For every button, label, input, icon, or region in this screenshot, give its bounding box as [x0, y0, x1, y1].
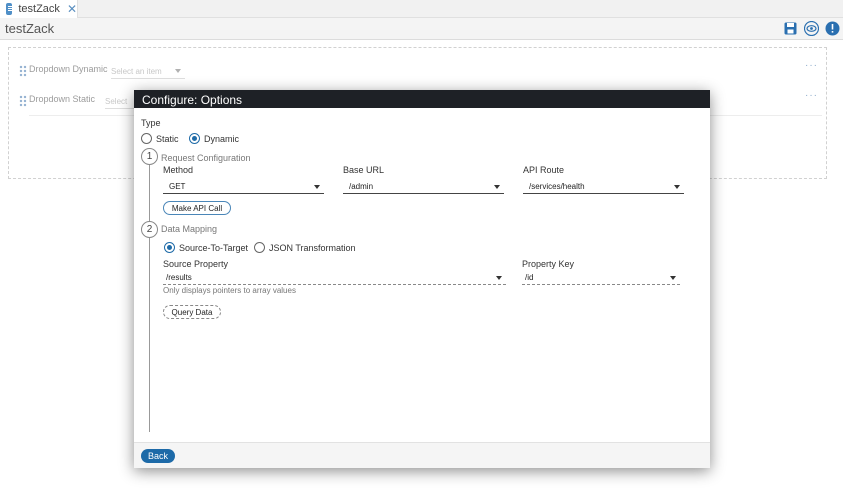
- stepper-line: [149, 158, 150, 432]
- api-route-label: API Route: [523, 165, 565, 175]
- property-key-select[interactable]: /id: [522, 271, 680, 285]
- property-key-value: /id: [525, 273, 534, 282]
- mapping-source-to-target-radio[interactable]: Source-To-Target: [164, 242, 248, 253]
- radio-checked-icon: [189, 133, 200, 144]
- page-title: testZack: [5, 21, 55, 36]
- radio-unchecked-icon: [141, 133, 152, 144]
- source-property-label: Source Property: [163, 259, 229, 269]
- step-2-title: Data Mapping: [161, 224, 218, 234]
- radio-unchecked-icon: [254, 242, 265, 253]
- base-url-select[interactable]: /admin: [343, 180, 504, 194]
- radio-checked-icon: [164, 242, 175, 253]
- base-url-value: /admin: [349, 182, 374, 191]
- step-2-badge: 2: [141, 221, 158, 238]
- info-icon[interactable]: [825, 21, 840, 36]
- back-button[interactable]: Back: [141, 449, 175, 463]
- title-bar: testZack: [0, 18, 843, 40]
- dialog-title: Configure: Options: [134, 90, 710, 108]
- save-icon[interactable]: [783, 21, 798, 36]
- toolbar-icons: [783, 21, 840, 36]
- dialog-body: Type Static Dynamic 1 Request Configurat…: [134, 108, 710, 442]
- tab-label: testZack: [18, 3, 60, 15]
- type-dynamic-radio[interactable]: Dynamic: [189, 133, 239, 144]
- radio-label: Static: [156, 133, 179, 144]
- source-property-hint: Only displays pointers to array values: [163, 286, 296, 295]
- api-route-value: /services/health: [529, 182, 585, 191]
- tab-bar: testZack ✕: [0, 0, 843, 18]
- api-route-select[interactable]: /services/health: [523, 180, 684, 194]
- chevron-down-icon: [674, 185, 680, 189]
- source-property-value: /results: [166, 273, 192, 282]
- close-icon[interactable]: ✕: [67, 2, 77, 16]
- dialog-footer: Back: [134, 442, 710, 468]
- chevron-down-icon: [670, 276, 676, 280]
- step-1-title: Request Configuration: [161, 153, 251, 163]
- property-key-label: Property Key: [522, 259, 575, 269]
- radio-label: Source-To-Target: [179, 242, 249, 253]
- make-api-call-button[interactable]: Make API Call: [163, 201, 231, 215]
- radio-label: Dynamic: [204, 133, 240, 144]
- chevron-down-icon: [494, 185, 500, 189]
- type-static-radio[interactable]: Static: [141, 133, 179, 144]
- type-label: Type: [141, 118, 161, 128]
- query-data-button[interactable]: Query Data: [163, 305, 221, 319]
- mapping-json-transformation-radio[interactable]: JSON Transformation: [254, 242, 356, 253]
- step-1-badge: 1: [141, 148, 158, 165]
- configure-options-dialog: Configure: Options Type Static Dynamic 1…: [134, 90, 710, 468]
- chevron-down-icon: [496, 276, 502, 280]
- method-label: Method: [163, 165, 194, 175]
- method-value: GET: [169, 182, 186, 191]
- document-icon: [6, 3, 16, 15]
- method-select[interactable]: GET: [163, 180, 324, 194]
- radio-label: JSON Transformation: [269, 242, 356, 253]
- chevron-down-icon: [314, 185, 320, 189]
- source-property-select[interactable]: /results: [163, 271, 506, 285]
- preview-eye-icon[interactable]: [804, 21, 819, 36]
- tab-testzack[interactable]: testZack ✕: [0, 0, 78, 18]
- base-url-label: Base URL: [343, 165, 385, 175]
